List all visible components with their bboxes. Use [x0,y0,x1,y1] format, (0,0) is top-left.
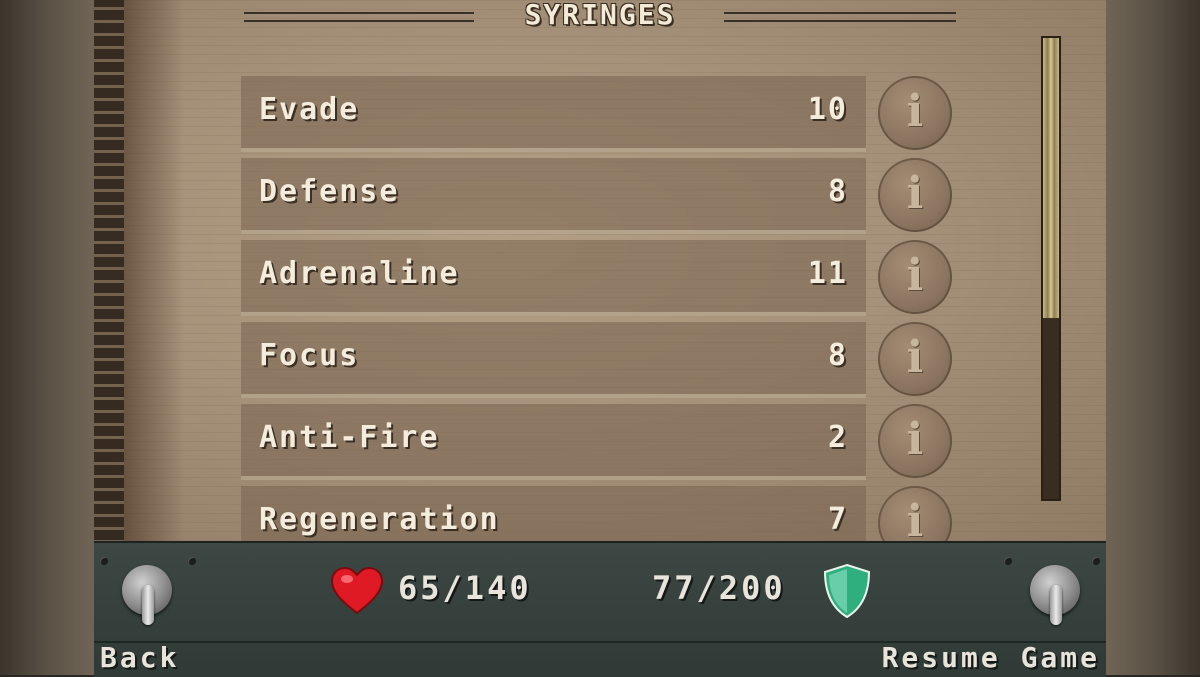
back-toggle-switch[interactable] [120,563,174,629]
info-icon: i [906,168,924,219]
info-icon: i [906,250,924,301]
item-count: 8 [827,338,848,373]
rivet [1092,557,1100,565]
page-title: SYRINGES [524,0,676,31]
notebook-page: SYRINGES Evade 10 i Defense 8 i Adrenali… [94,0,1106,541]
item-count: 8 [827,174,848,209]
item-name: Regeneration [259,502,500,537]
game-screen: SYRINGES Evade 10 i Defense 8 i Adrenali… [0,0,1200,677]
info-button[interactable]: i [878,322,952,396]
info-button[interactable]: i [878,486,952,541]
scrollbar-thumb[interactable] [1043,38,1059,318]
item-count: 10 [807,92,848,127]
list-item-bar[interactable]: Regeneration 7 [241,486,866,541]
list-item-regeneration[interactable]: Regeneration 7 i [241,486,1021,541]
info-button[interactable]: i [878,240,952,314]
item-count: 11 [807,256,848,291]
info-button[interactable]: i [878,76,952,150]
list-item-defense[interactable]: Defense 8 i [241,158,1021,234]
back-button[interactable]: Back [100,641,179,674]
resume-game-button[interactable]: Resume Game [882,641,1100,674]
item-name: Defense [259,174,400,209]
section-header: SYRINGES [244,0,956,34]
rivet [188,557,196,565]
list-item-evade[interactable]: Evade 10 i [241,76,1021,152]
list-item-focus[interactable]: Focus 8 i [241,322,1021,398]
heart-icon [330,567,384,615]
item-name: Focus [259,338,360,373]
info-icon: i [906,414,924,465]
armor-value: 77/200 [652,569,786,607]
status-bar: 65/140 77/200 Back Resume Game [94,541,1106,677]
header-rule-right [724,12,956,22]
info-button[interactable]: i [878,158,952,232]
list-item-bar[interactable]: Defense 8 [241,158,866,234]
spiral-shadow [124,0,184,541]
health-value: 65/140 [398,569,532,607]
resume-toggle-switch[interactable] [1028,563,1082,629]
list-item-bar[interactable]: Anti-Fire 2 [241,404,866,480]
list-item-bar[interactable]: Evade 10 [241,76,866,152]
info-icon: i [906,496,924,541]
info-icon: i [906,86,924,137]
rivet [1004,557,1012,565]
scrollbar[interactable] [1041,36,1061,501]
item-count: 2 [827,420,848,455]
list-item-adrenaline[interactable]: Adrenaline 11 i [241,240,1021,316]
notebook-spiral [94,0,124,541]
list-item-anti-fire[interactable]: Anti-Fire 2 i [241,404,1021,480]
list-item-bar[interactable]: Focus 8 [241,322,866,398]
info-icon: i [906,332,924,383]
toggle-lever-icon [142,585,154,625]
item-count: 7 [827,502,848,537]
shield-icon [823,563,871,619]
item-name: Anti-Fire [259,420,440,455]
list-item-bar[interactable]: Adrenaline 11 [241,240,866,316]
toggle-lever-icon [1050,585,1062,625]
rivet [100,557,108,565]
item-name: Evade [259,92,360,127]
info-button[interactable]: i [878,404,952,478]
header-rule-left [244,12,474,22]
item-name: Adrenaline [259,256,460,291]
